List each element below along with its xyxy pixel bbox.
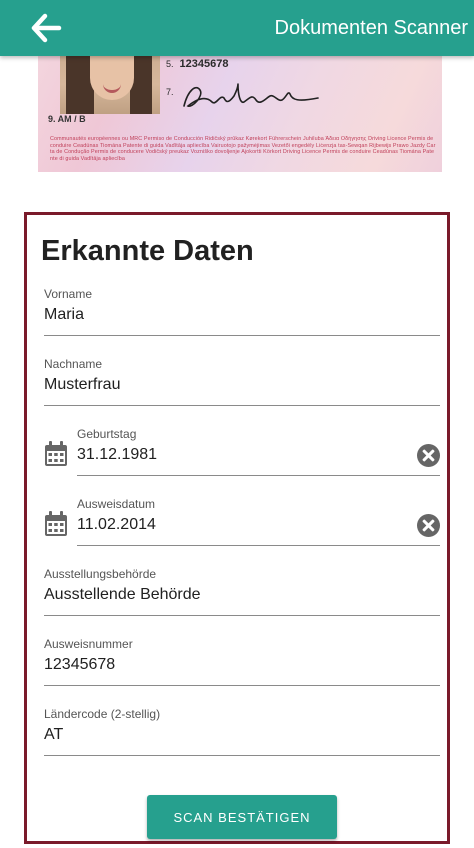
signature-image <box>183 83 319 107</box>
last-name-field: Nachname <box>44 357 440 406</box>
country-code-field: Ländercode (2-stellig) <box>44 707 440 756</box>
back-button[interactable] <box>24 8 68 48</box>
document-fine-print: Communautés européennes ou MRC Permiso d… <box>50 136 436 162</box>
issue-date-field: Ausweisdatum <box>77 497 440 546</box>
first-name-field: Vorname <box>44 287 440 336</box>
issuing-authority-label: Ausstellungsbehörde <box>44 567 157 581</box>
document-number-line: 5. 12345678 <box>166 58 228 70</box>
arrow-left-icon <box>31 13 62 43</box>
birthday-field: Geburtstag <box>77 427 440 476</box>
issuing-authority-field: Ausstellungsbehörde <box>44 567 440 616</box>
app-title: Dokumenten Scanner <box>274 17 468 39</box>
birthday-input[interactable] <box>77 445 397 465</box>
clear-circle-icon[interactable] <box>417 514 440 537</box>
license-class: 9. AM / B <box>48 114 86 124</box>
id-number-field: Ausweisnummer <box>44 637 440 686</box>
issue-date-input[interactable] <box>77 515 397 535</box>
birthday-label: Geburtstag <box>77 427 137 441</box>
id-number-label: Ausweisnummer <box>44 637 133 651</box>
first-name-input[interactable] <box>44 305 440 325</box>
id-number-input[interactable] <box>44 655 440 675</box>
signature-label: 7. <box>166 87 174 97</box>
issuing-authority-input[interactable] <box>44 585 440 605</box>
last-name-input[interactable] <box>44 375 440 395</box>
clear-circle-icon[interactable] <box>417 444 440 467</box>
document-number-label: 5. <box>166 59 174 69</box>
document-number-value: 12345678 <box>179 58 229 70</box>
confirm-scan-button[interactable]: SCAN BESTÄTIGEN <box>147 795 337 839</box>
last-name-label: Nachname <box>44 357 103 371</box>
country-code-input[interactable] <box>44 725 440 745</box>
calendar-icon[interactable] <box>44 511 68 537</box>
card-title: Erkannte Daten <box>41 235 254 267</box>
calendar-icon[interactable] <box>44 441 68 467</box>
issue-date-label: Ausweisdatum <box>77 497 156 511</box>
first-name-label: Vorname <box>44 287 93 301</box>
recognized-data-card: Erkannte Daten Vorname Nachname Geburtst… <box>24 212 450 844</box>
app-bar: Dokumenten Scanner <box>0 0 474 56</box>
country-code-label: Ländercode (2-stellig) <box>44 707 161 721</box>
